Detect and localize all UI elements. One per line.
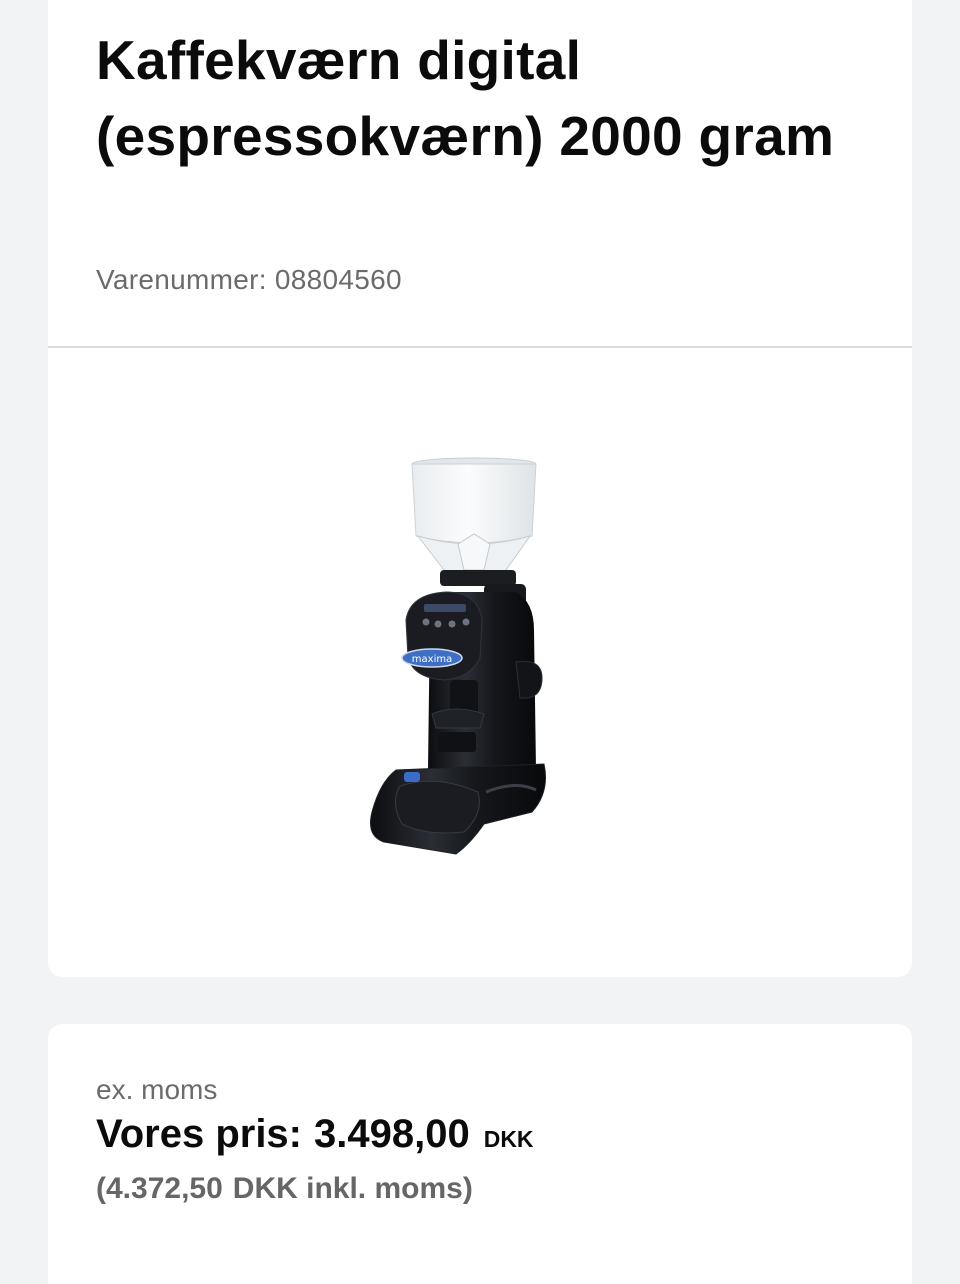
product-card: Kaffekværn digital (espressokværn) 2000 … xyxy=(48,0,912,977)
sku-value: 08804560 xyxy=(274,264,402,295)
price-line: Vores pris: 3.498,00 DKK xyxy=(96,1112,534,1157)
price-incl-amount: (4.372,50 xyxy=(96,1172,223,1205)
sku-line: Varenummer: 08804560 xyxy=(96,264,402,296)
product-image[interactable]: maxima xyxy=(366,452,558,862)
product-title: Kaffekværn digital (espressokværn) 2000 … xyxy=(96,29,835,167)
our-price-label: Vores pris: xyxy=(96,1112,302,1156)
sku-label: Varenummer: xyxy=(96,264,267,295)
price-amount: 3.498,00 xyxy=(314,1112,470,1156)
price-incl-text: DKK inkl. moms) xyxy=(232,1172,473,1205)
price-card: ex. moms Vores pris: 3.498,00 DKK (4.372,5… xyxy=(48,1024,912,1284)
price-incl-vat: (4.372,50 DKK inkl. moms) xyxy=(96,1172,473,1206)
brand-logo: maxima xyxy=(412,654,452,665)
vat-label: ex. moms xyxy=(96,1074,218,1105)
divider xyxy=(48,346,912,348)
price-currency: DKK xyxy=(483,1126,534,1152)
